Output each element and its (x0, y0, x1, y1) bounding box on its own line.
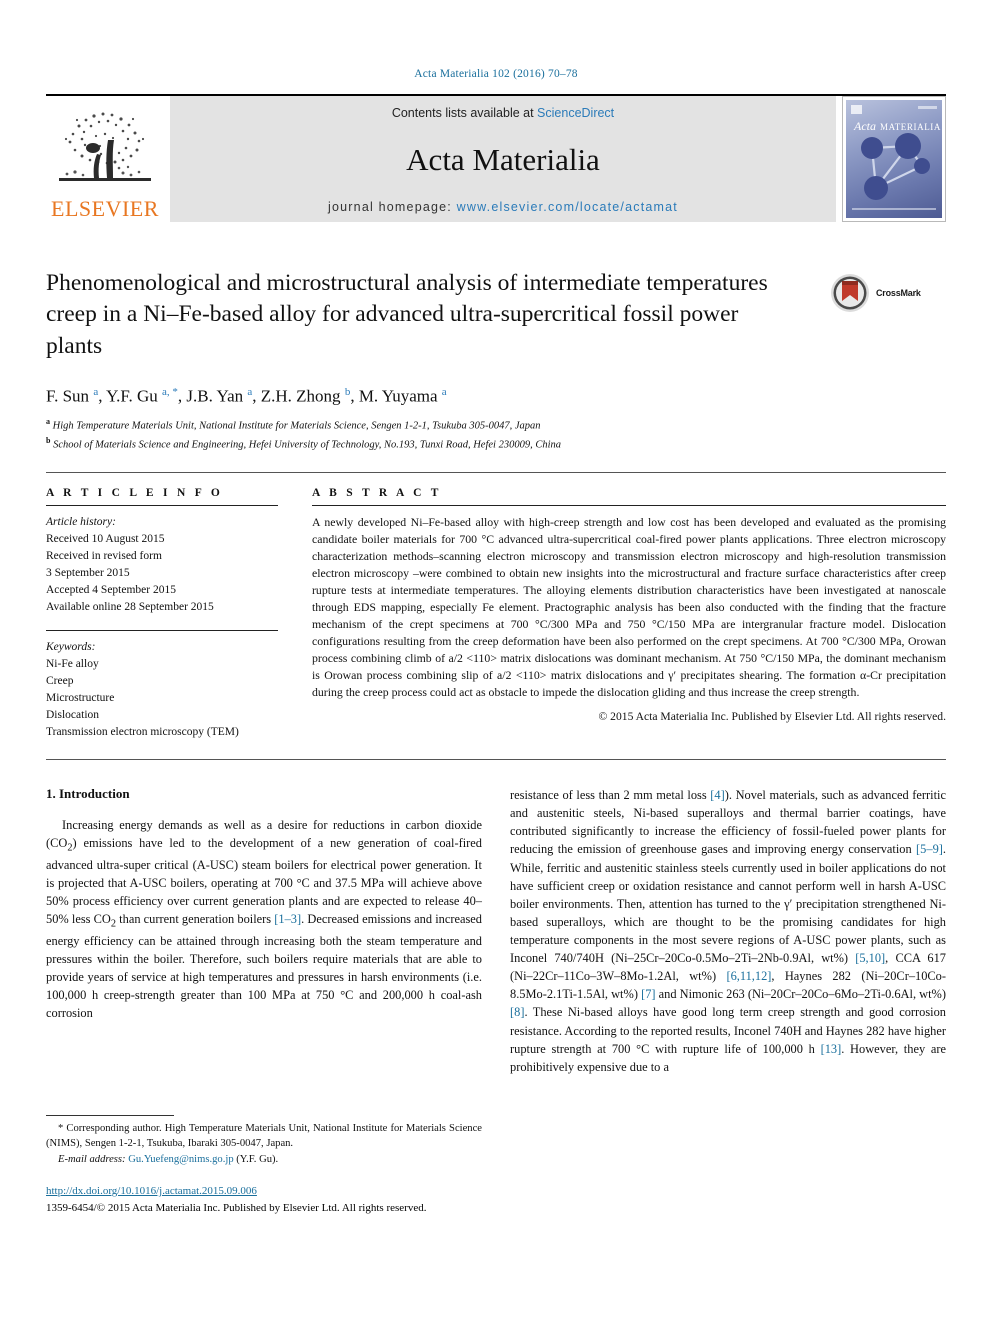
footnote-rule (46, 1115, 174, 1117)
history-item: 3 September 2015 (46, 566, 130, 579)
keyword-item: Ni-Fe alloy (46, 658, 99, 671)
elsevier-wordmark: ELSEVIER (51, 196, 159, 221)
journal-cover-art: Acta MATERIALIA (846, 100, 942, 218)
abstract-rule (312, 504, 946, 506)
journal-homepage-link[interactable]: www.elsevier.com/locate/actamat (457, 200, 678, 214)
paper-page: Acta Materialia 102 (2016) 70–78 ELSEVIE… (0, 0, 992, 1323)
contents-available-line: Contents lists available at ScienceDirec… (392, 106, 614, 120)
journal-header: ELSEVIER Contents lists available at Sci… (46, 94, 946, 222)
keywords-rule (46, 630, 278, 632)
contents-prefix: Contents lists available at (391, 106, 538, 120)
body-columns: 1. Introduction Increasing energy demand… (46, 786, 946, 1216)
elsevier-logo: ELSEVIER (46, 96, 164, 222)
email-link[interactable]: Gu.Yuefeng@nims.go.jp (128, 1154, 233, 1165)
title-area: Phenomenological and microstructural ana… (46, 268, 946, 362)
article-history-label: Article history: (46, 515, 116, 528)
keyword-item: Dislocation (46, 709, 100, 722)
abstract-heading: A B S T R A C T (312, 486, 442, 499)
crossmark-icon (831, 274, 869, 312)
keywords-block: Keywords: Ni-Fe alloy Creep Microstructu… (46, 639, 278, 741)
crossmark-badge[interactable]: CrossMark (830, 270, 940, 316)
issn-copyright-line: 1359-6454/© 2015 Acta Materialia Inc. Pu… (46, 1201, 427, 1214)
doi-link[interactable]: http://dx.doi.org/10.1016/j.actamat.2015… (46, 1185, 257, 1197)
intro-paragraph-left: Increasing energy demands as well as a d… (46, 818, 482, 1021)
history-item: Accepted 4 September 2015 (46, 584, 176, 596)
keyword-item: Creep (46, 675, 74, 688)
email-note: E-mail address: Gu.Yuefeng@nims.go.jp (Y… (46, 1152, 482, 1167)
history-item: Available online 28 September 2015 (46, 601, 214, 614)
running-head: Acta Materialia 102 (2016) 70–78 (414, 68, 578, 80)
doi-block: http://dx.doi.org/10.1016/j.actamat.2015… (46, 1183, 482, 1216)
author-list: F. Sun a, Y.F. Gu a, *, J.B. Yan a, Z.H.… (46, 385, 447, 406)
journal-homepage-line: journal homepage: www.elsevier.com/locat… (328, 200, 678, 214)
cover-network-graphic: Acta MATERIALIA (851, 105, 941, 210)
affiliation-b-text: School of Materials Science and Engineer… (53, 439, 561, 451)
affiliation-b: b School of Materials Science and Engine… (46, 436, 561, 451)
email-suffix: (Y.F. Gu). (236, 1153, 279, 1165)
svg-text:Acta: Acta (853, 119, 876, 133)
journal-cover-thumbnail: Acta MATERIALIA (842, 96, 946, 222)
abstract-copyright: © 2015 Acta Materialia Inc. Published by… (598, 709, 946, 723)
info-abstract-row: A R T I C L E I N F O Article history: R… (46, 487, 946, 741)
sciencedirect-link[interactable]: ScienceDirect (537, 106, 614, 120)
journal-title: Acta Materialia (406, 141, 600, 177)
affiliations: a High Temperature Materials Unit, Natio… (46, 416, 946, 454)
article-info-heading: A R T I C L E I N F O (46, 486, 224, 499)
history-item: Received in revised form (46, 549, 162, 562)
footnote-area: * Corresponding author. High Temperature… (46, 1115, 482, 1216)
abstract-text: A newly developed Ni–Fe-based alloy with… (312, 514, 946, 699)
body-column-left: 1. Introduction Increasing energy demand… (46, 786, 482, 1216)
svg-text:MATERIALIA: MATERIALIA (880, 122, 941, 132)
section-heading-introduction: 1. Introduction (46, 786, 130, 802)
history-item: Received 10 August 2015 (46, 532, 165, 545)
page-title: Phenomenological and microstructural ana… (46, 270, 768, 359)
body-column-right: resistance of less than 2 mm metal loss … (510, 786, 946, 1216)
keywords-label: Keywords: (46, 641, 96, 654)
intro-paragraph-right: resistance of less than 2 mm metal loss … (510, 788, 947, 1074)
article-history: Article history: Received 10 August 2015… (46, 514, 278, 616)
keyword-item: Microstructure (46, 692, 115, 705)
crossmark-label: CrossMark (876, 288, 921, 298)
keyword-item: Transmission electron microscopy (TEM) (46, 726, 239, 739)
corresponding-author-note: * Corresponding author. High Temperature… (46, 1123, 482, 1150)
affiliation-a: a High Temperature Materials Unit, Natio… (46, 417, 541, 432)
article-info-column: A R T I C L E I N F O Article history: R… (46, 487, 278, 741)
divider-above-info (46, 471, 946, 473)
journal-banner: Contents lists available at ScienceDirec… (170, 96, 836, 222)
elsevier-tree-icon (59, 112, 151, 181)
email-label: E-mail address: (58, 1153, 126, 1165)
homepage-prefix: journal homepage: (328, 200, 457, 214)
abstract-column: A B S T R A C T A newly developed Ni–Fe-… (312, 487, 946, 741)
article-info-rule (46, 504, 278, 506)
divider-below-abstract (46, 759, 946, 761)
affiliation-a-text: High Temperature Materials Unit, Nationa… (52, 420, 541, 432)
